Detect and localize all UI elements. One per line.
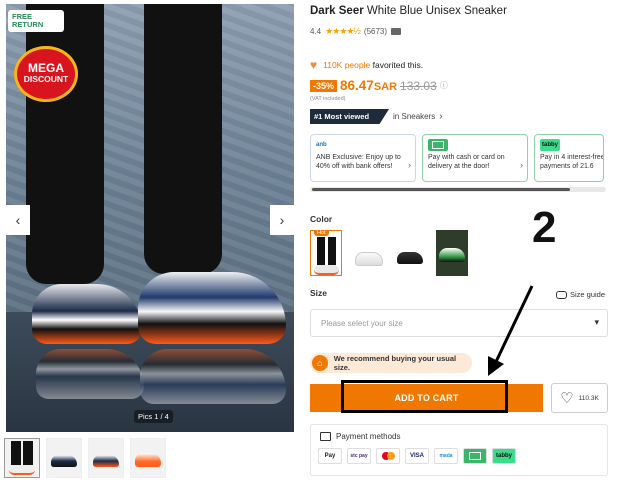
price-row: -35% 86.47SAR 133.03 ⓘ [310, 78, 448, 93]
stc-pay-icon: stc pay [347, 448, 371, 464]
next-image-button[interactable]: › [270, 205, 294, 235]
promo-scrollbar-thumb[interactable] [312, 188, 570, 191]
product-name: White Blue Unisex Sneaker [366, 5, 507, 17]
size-select[interactable]: Please select your size ▾ [310, 309, 608, 337]
annotation-arrow [488, 285, 534, 376]
chevron-right-icon: › [439, 111, 443, 122]
product-title: Dark Seer White Blue Unisex Sneaker [310, 5, 507, 17]
cash-icon [428, 139, 448, 151]
old-price: 133.03 [400, 78, 437, 93]
most-viewed-badge: #1 Most viewed [310, 109, 390, 124]
hot-badge: Hot [314, 230, 329, 236]
star-rating-icon: ★★★★½ [325, 26, 361, 36]
favorited-info: ♥ 110K people favorited this. [310, 58, 423, 72]
size-select-placeholder: Please select your size [321, 319, 403, 328]
chevron-right-icon: › [279, 212, 285, 228]
payment-icons: Pay stc pay VISA mada tabby [318, 448, 516, 464]
size-recommendation: ⌂ We recommend buying your usual size. [310, 353, 472, 373]
mega-discount-badge: MEGA DISCOUNT [14, 46, 78, 102]
visa-icon: VISA [405, 448, 429, 464]
color-swatches: Hot [310, 230, 468, 276]
payment-methods-label: Payment methods [336, 432, 401, 441]
fav-text: favorited this. [372, 60, 424, 70]
color-swatch-1[interactable]: Hot [310, 230, 342, 276]
chevron-right-icon: › [408, 160, 411, 170]
chevron-down-icon: ▾ [594, 317, 599, 327]
size-guide-link[interactable]: Size guide [556, 290, 605, 299]
thumbnail-strip [4, 438, 166, 478]
tabby-logo-icon: tabby [540, 139, 560, 151]
price-value: 86.47 [340, 78, 374, 93]
heart-outline-icon: ♡ [560, 390, 574, 407]
promo-text: Pay with cash or card on delivery at the… [428, 154, 505, 170]
anb-logo-icon: anb [316, 141, 327, 148]
badge-line2: DISCOUNT [23, 74, 69, 84]
card-icon [320, 432, 331, 441]
tabby-icon: tabby [492, 448, 516, 464]
free-return-badge: FREE RETURN [8, 10, 64, 32]
badge-line1: MEGA [28, 61, 64, 75]
review-count: (5673) [363, 27, 388, 36]
color-label: Color [310, 214, 333, 224]
size-label: Size [310, 288, 328, 298]
promo-card-cod[interactable]: Pay with cash or card on delivery at the… [422, 134, 528, 182]
left-sneaker-reflection [36, 349, 144, 399]
discount-badge: -35% [310, 79, 338, 92]
thumbnail-4[interactable] [130, 438, 166, 478]
annotation-highlight-box [341, 380, 508, 413]
size-guide-label: Size guide [570, 290, 606, 299]
apple-pay-icon: Pay [318, 448, 342, 464]
pics-counter: Pics 1 / 4 [134, 410, 173, 423]
chevron-left-icon: ‹ [15, 212, 21, 228]
promo-card-anb[interactable]: anb ANB Exclusive: Enjoy up to 40% off w… [310, 134, 416, 182]
annotation-number: 2 [532, 203, 557, 252]
ruler-icon [556, 290, 567, 299]
hanger-icon: ⌂ [312, 355, 328, 371]
most-viewed-category: in Sneakers [393, 112, 436, 121]
right-sneaker [138, 272, 286, 344]
currency: SAR [373, 81, 398, 93]
rating-row[interactable]: 4.4 ★★★★½ (5673) [310, 26, 402, 37]
promo-text: ANB Exclusive: Enjoy up to 40% off with … [316, 154, 401, 170]
info-icon[interactable]: ⓘ [440, 80, 448, 91]
mastercard-icon [376, 448, 400, 464]
fav-count: 110K people [323, 60, 371, 70]
rating-value: 4.4 [310, 27, 322, 36]
right-sneaker-reflection [140, 349, 286, 404]
chevron-right-icon: › [520, 160, 523, 170]
wishlist-count: 110.3K [578, 394, 599, 402]
brand-name[interactable]: Dark Seer [310, 5, 364, 17]
thumbnail-2[interactable] [46, 438, 82, 478]
wishlist-button[interactable]: ♡ 110.3K [551, 383, 608, 413]
color-swatch-2[interactable] [352, 230, 384, 276]
promo-card-tabby[interactable]: tabby Pay in 4 interest-free payments of… [534, 134, 604, 182]
most-viewed-banner[interactable]: #1 Most viewed in Sneakers › [310, 109, 443, 124]
color-swatch-3[interactable] [394, 230, 426, 276]
recommendation-text: We recommend buying your usual size. [333, 354, 457, 372]
payment-methods-header: Payment methods [320, 432, 400, 441]
thumbnail-3[interactable] [88, 438, 124, 478]
free-return-line2: RETURN [12, 20, 44, 29]
heart-icon: ♥ [310, 58, 318, 72]
promo-carousel: anb ANB Exclusive: Enjoy up to 40% off w… [310, 134, 604, 182]
prev-image-button[interactable]: ‹ [6, 205, 30, 235]
thumbnail-1[interactable] [4, 438, 40, 478]
promo-text: Pay in 4 interest-free payments of 21.6 [540, 154, 604, 170]
vat-note: (VAT included) [310, 96, 346, 102]
cash-icon [463, 448, 487, 464]
color-swatch-4[interactable] [436, 230, 468, 276]
camera-icon [391, 28, 402, 35]
right-leg [144, 4, 222, 274]
current-price: 86.47SAR [340, 78, 397, 93]
mada-icon: mada [434, 448, 458, 464]
